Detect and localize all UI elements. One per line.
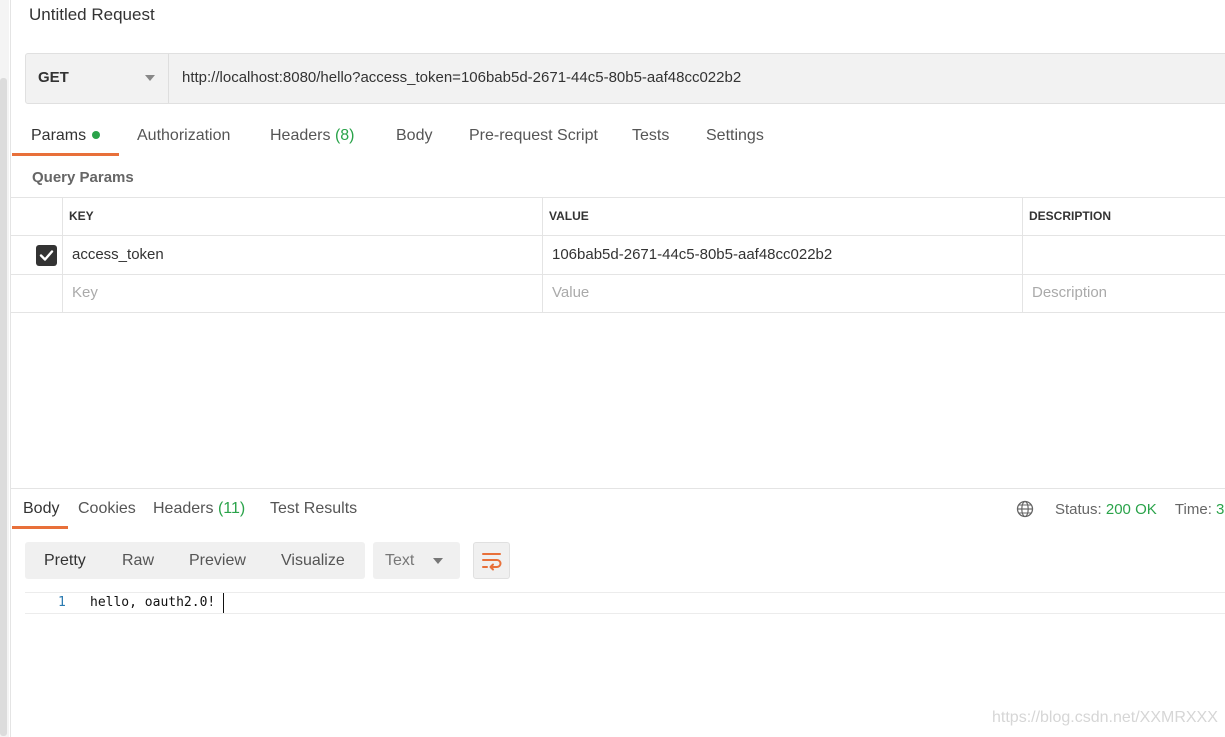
time-value[interactable]: 38 — [1216, 501, 1225, 518]
status-value[interactable]: 200 OK — [1106, 501, 1157, 518]
new-param-value-input[interactable]: Value — [552, 284, 589, 301]
tab-headers[interactable]: Headers (8) — [270, 127, 355, 145]
chevron-down-icon — [433, 558, 443, 564]
format-select-label: Text — [385, 552, 415, 569]
tab-tests[interactable]: Tests — [632, 127, 669, 145]
query-params-title: Query Params — [32, 169, 134, 186]
response-body-text[interactable]: hello, oauth2.0! — [90, 595, 215, 610]
text-cursor — [223, 593, 224, 613]
line-number: 1 — [58, 595, 66, 610]
new-param-description-input[interactable]: Description — [1032, 284, 1107, 301]
chevron-down-icon — [145, 75, 155, 81]
tab-body[interactable]: Body — [396, 127, 432, 145]
view-visualize-button[interactable]: Visualize — [281, 552, 345, 570]
param-enabled-checkbox[interactable] — [36, 245, 57, 266]
column-header-description: DESCRIPTION — [1029, 209, 1112, 223]
table-col-divider — [1022, 197, 1023, 313]
tab-headers-count: (8) — [334, 127, 355, 144]
tab-settings[interactable]: Settings — [706, 127, 764, 145]
column-header-value: VALUE — [549, 209, 589, 223]
response-status: Status: 200 OK Time: 38 — [1055, 501, 1225, 518]
tab-prerequest-script[interactable]: Pre-request Script — [469, 127, 598, 145]
param-key-cell[interactable]: access_token — [72, 246, 164, 263]
params-active-dot-icon — [92, 131, 101, 139]
tab-params-label: Params — [31, 127, 87, 144]
tab-headers-label: Headers — [270, 127, 331, 144]
url-input[interactable]: http://localhost:8080/hello?access_token… — [182, 69, 741, 86]
response-divider — [11, 488, 1225, 489]
tab-authorization[interactable]: Authorization — [137, 127, 230, 145]
tab-params[interactable]: Params — [31, 127, 101, 145]
table-col-divider — [542, 197, 543, 313]
param-value-cell[interactable]: 106bab5d-2671-44c5-80b5-aaf48cc022b2 — [552, 246, 832, 263]
globe-icon[interactable] — [1016, 500, 1034, 518]
status-label: Status: — [1055, 501, 1102, 518]
view-pretty-button[interactable]: Pretty — [44, 552, 86, 570]
time-label: Time: — [1174, 501, 1212, 518]
left-scrollbar-thumb[interactable] — [0, 78, 7, 736]
response-tab-headers-count: (11) — [217, 500, 246, 517]
table-header-divider — [11, 235, 1225, 236]
view-preview-button[interactable]: Preview — [189, 552, 246, 570]
response-tab-test-results[interactable]: Test Results — [270, 500, 357, 518]
table-col-divider — [62, 197, 63, 313]
column-header-key: KEY — [69, 209, 94, 223]
left-divider — [10, 0, 11, 737]
response-tab-body[interactable]: Body — [23, 500, 59, 518]
method-label: GET — [38, 69, 69, 86]
response-active-tab-indicator — [12, 526, 68, 529]
checkmark-icon — [39, 250, 54, 261]
response-tab-headers-label: Headers — [153, 500, 214, 517]
wrap-lines-icon — [482, 553, 502, 571]
view-mode-bar: Pretty Raw Preview Visualize — [25, 542, 365, 579]
format-select[interactable]: Text — [373, 542, 460, 579]
table-row-divider — [11, 274, 1225, 275]
active-tab-indicator — [12, 153, 119, 156]
response-tab-headers[interactable]: Headers (11) — [153, 500, 245, 518]
table-border-top — [11, 197, 1225, 198]
wrap-lines-button[interactable] — [473, 542, 510, 579]
view-raw-button[interactable]: Raw — [122, 552, 154, 570]
response-tab-cookies[interactable]: Cookies — [78, 500, 136, 518]
method-select[interactable]: GET — [26, 54, 169, 103]
new-param-key-input[interactable]: Key — [72, 284, 98, 301]
request-title[interactable]: Untitled Request — [29, 5, 155, 25]
url-bar: GET http://localhost:8080/hello?access_t… — [25, 53, 1225, 104]
table-border-bottom — [11, 312, 1225, 313]
watermark: https://blog.csdn.net/XXMRXXX — [992, 709, 1218, 726]
